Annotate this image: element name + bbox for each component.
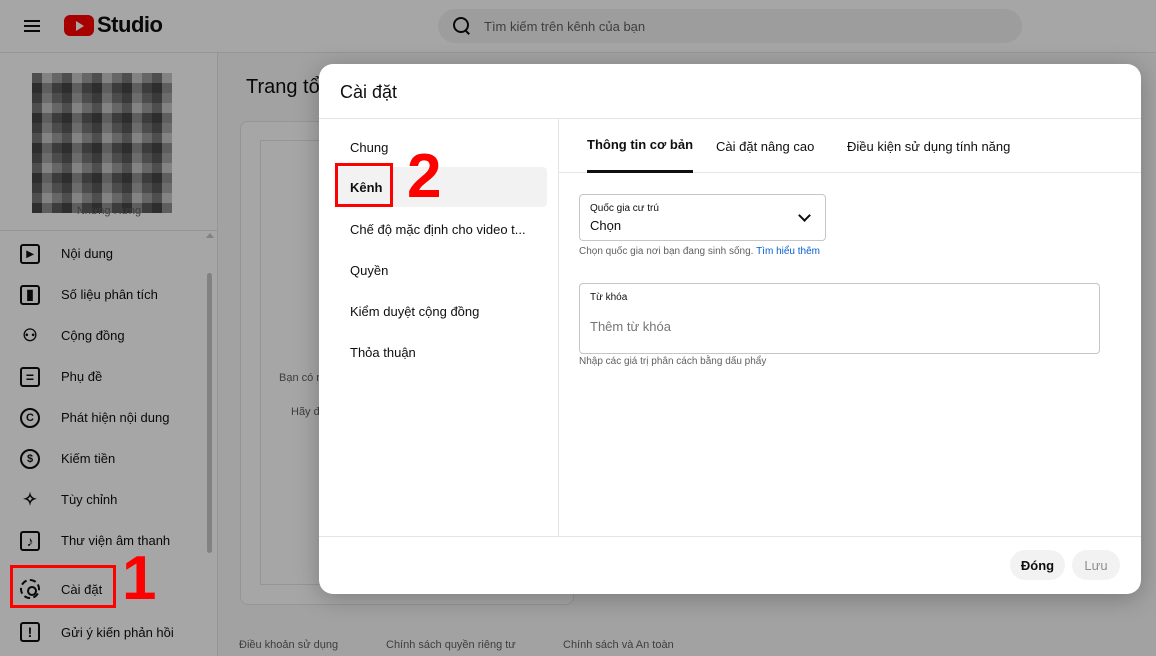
country-help: Chọn quốc gia nơi bạn đang sinh sống. bbox=[579, 246, 754, 257]
dialog-title: Cài đặt bbox=[340, 82, 398, 102]
dialog-footer-divider bbox=[319, 536, 1141, 537]
tab-feature-eligibility[interactable]: Điều kiện sử dụng tính năng bbox=[847, 119, 1010, 173]
country-label: Quốc gia cư trú bbox=[590, 203, 659, 214]
keywords-help-text: Nhập các giá trị phân cách bằng dấu phẩy bbox=[579, 356, 767, 367]
tab-basic-info[interactable]: Thông tin cơ bản bbox=[587, 119, 694, 173]
keywords-label: Từ khóa bbox=[590, 292, 628, 303]
keywords-field[interactable]: Từ khóa bbox=[579, 283, 1100, 354]
annotation-highlight-settings bbox=[10, 565, 116, 608]
learn-more-link[interactable]: Tìm hiểu thêm bbox=[756, 246, 820, 257]
dialog-tabs: Thông tin cơ bản Cài đặt nâng cao Điều k… bbox=[559, 119, 1141, 173]
close-button[interactable]: Đóng bbox=[1010, 550, 1065, 580]
annotation-step-2: 2 bbox=[407, 142, 442, 211]
save-button[interactable]: Lưu bbox=[1072, 550, 1120, 580]
country-value: Chọn bbox=[590, 218, 622, 233]
country-select[interactable]: Quốc gia cư trú Chọn bbox=[579, 194, 826, 241]
annotation-step-1: 1 bbox=[122, 544, 157, 613]
dialog-nav-upload-defaults[interactable]: Chế độ mặc định cho video t... bbox=[335, 209, 547, 249]
dialog-nav-permissions[interactable]: Quyền bbox=[335, 250, 547, 290]
dialog-nav-agreements[interactable]: Thỏa thuận bbox=[335, 332, 547, 372]
keywords-input[interactable] bbox=[590, 319, 1070, 334]
settings-dialog: Cài đặt Chung Kênh Chế độ mặc định cho v… bbox=[319, 64, 1141, 594]
annotation-highlight-channel bbox=[335, 163, 393, 207]
dialog-nav-community[interactable]: Kiểm duyệt cộng đồng bbox=[335, 291, 547, 331]
chevron-down-icon bbox=[798, 209, 811, 222]
country-help-text: Chọn quốc gia nơi bạn đang sinh sống. Tì… bbox=[579, 246, 820, 257]
tab-advanced-settings[interactable]: Cài đặt nâng cao bbox=[716, 119, 814, 173]
